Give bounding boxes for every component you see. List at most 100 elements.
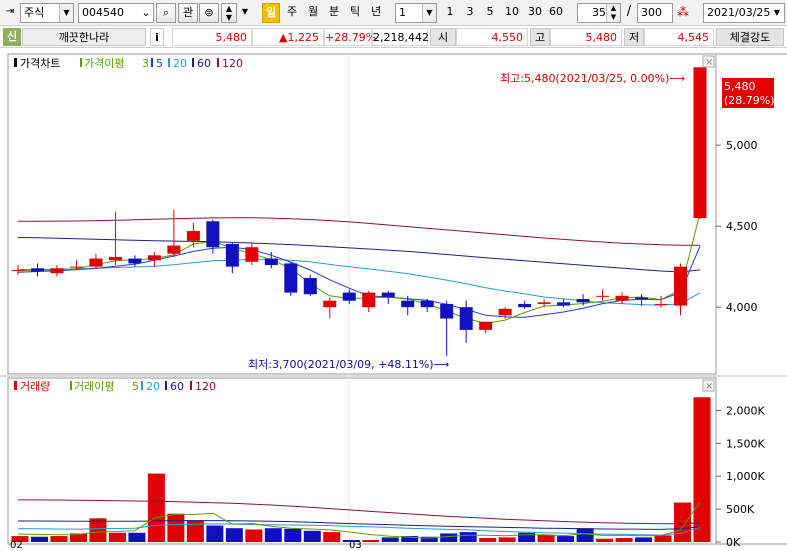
panel-toggle-icon[interactable]: ⇥ <box>2 3 18 23</box>
dropdown-arrow-icon[interactable]: ▼ <box>239 3 251 23</box>
total-count-input[interactable]: 300 <box>637 3 673 23</box>
legend-vma60[interactable]: 60 <box>170 380 184 393</box>
legend-vma20[interactable]: 20 <box>146 380 160 393</box>
interval-10[interactable]: 10 <box>501 3 523 23</box>
candle-body <box>206 221 220 248</box>
candle-body <box>264 258 278 266</box>
market-value: 주식 <box>24 6 45 19</box>
search-button[interactable]: ⌕ <box>156 3 176 23</box>
candle-body <box>401 300 415 308</box>
high-annotation: 최고:5,480(2021/03/25, 0.00%)⟶ <box>500 72 685 85</box>
y-tick-label: 5,000 <box>726 139 758 152</box>
period-month[interactable]: 월 <box>304 3 322 23</box>
legend-price-chart[interactable]: 가격차트 <box>20 57 60 70</box>
candle-body <box>128 258 142 264</box>
toolbar: ⇥ 주식 ▼ 004540 ⌄ ⌕ 관 ⊜ ▲ ▼ ▼ 일 주 월 분 틱 년 1… <box>0 0 787 26</box>
code-input[interactable]: 004540 ⌄ <box>78 3 154 23</box>
period-day[interactable]: 일 <box>262 3 280 23</box>
candle-body <box>284 263 298 293</box>
date-select[interactable]: 2021/03/25 ▼ <box>703 3 785 23</box>
volume-bar <box>206 525 224 542</box>
interval-30[interactable]: 30 <box>524 3 546 23</box>
candle-body <box>479 321 493 330</box>
legend-ma5[interactable]: 5 <box>156 57 163 70</box>
legend-volume[interactable]: 거래량 <box>20 380 50 393</box>
volume-bar <box>264 528 282 542</box>
updown-stepper[interactable]: ▲ ▼ <box>221 3 237 23</box>
period-year[interactable]: 년 <box>367 3 385 23</box>
volume-pane-close-button[interactable]: × <box>702 379 715 392</box>
low-annotation: 최저:3,700(2021/03/09, +48.11%)⟶ <box>248 358 450 371</box>
visible-count-stepper[interactable]: 35 ▲ ▼ <box>577 3 621 23</box>
gwan-button[interactable]: 관 <box>178 3 198 23</box>
legend-marker <box>151 58 153 67</box>
candle-body <box>615 295 629 301</box>
stock-info-bar: 신 깨끗한나라 i 5,480 ▲1,225 +28.79% 2,218,442… <box>0 26 787 48</box>
candle-body <box>89 258 103 267</box>
x-label-mar: 03 <box>349 540 362 548</box>
legend-ma60[interactable]: 60 <box>197 57 211 70</box>
legend-marker <box>70 381 72 390</box>
candle-body <box>557 302 571 306</box>
candle-body <box>225 243 239 267</box>
grid-settings-icon[interactable]: ⁂ <box>675 3 691 23</box>
chevron-down-icon: ▼ <box>59 4 73 22</box>
x-label-feb: 02 <box>10 540 23 548</box>
code-value: 004540 <box>82 6 124 19</box>
chart-svg[interactable]: 5,0004,5004,0002,000K1,500K1,000K500K0K … <box>0 48 787 551</box>
legend-volume-ma[interactable]: 거래이평 <box>74 380 114 393</box>
candle-body <box>108 256 122 261</box>
candle-body <box>245 247 259 262</box>
interval-select[interactable]: 1 ▼ <box>395 3 437 23</box>
stepper-icon: ▲ ▼ <box>225 4 233 22</box>
legend-vma5[interactable]: 5 <box>132 380 139 393</box>
link-button[interactable]: ⊜ <box>199 3 219 23</box>
candle-body <box>381 292 395 298</box>
volume-bar <box>459 532 477 542</box>
legend-marker <box>141 381 143 390</box>
legend-marker <box>80 58 82 67</box>
candle-body <box>147 255 161 261</box>
new-badge: 신 <box>3 28 21 46</box>
candle-body <box>50 268 64 274</box>
candle-body <box>674 266 688 306</box>
interval-5[interactable]: 5 <box>482 3 498 23</box>
legend-vma120[interactable]: 120 <box>195 380 216 393</box>
candle-body <box>440 303 454 319</box>
interval-1[interactable]: 1 <box>442 3 458 23</box>
candle-body <box>693 67 707 219</box>
legend-ma20[interactable]: 20 <box>173 57 187 70</box>
price-pane-frame <box>7 53 717 375</box>
volume-bar <box>518 532 536 542</box>
visible-count-value: 35 <box>592 6 606 19</box>
legend-marker <box>217 58 219 67</box>
legend-price-ma[interactable]: 가격이평 <box>84 57 124 70</box>
volume-bar <box>440 533 458 542</box>
volume-bar <box>30 536 48 542</box>
stepper-icon: ▲ ▼ <box>606 4 620 22</box>
price-change: ▲1,225 <box>252 28 324 46</box>
period-minute[interactable]: 분 <box>325 3 343 23</box>
stock-name[interactable]: 깨끗한나라 <box>22 28 146 46</box>
volume-tick-label: 0K <box>726 536 741 548</box>
interval-60[interactable]: 60 <box>545 3 567 23</box>
legend-ma3[interactable]: 3 <box>142 57 149 70</box>
price-pane-close-button[interactable]: × <box>702 55 715 68</box>
market-select[interactable]: 주식 ▼ <box>20 3 74 23</box>
candle-body <box>69 266 83 268</box>
interval-3[interactable]: 3 <box>462 3 478 23</box>
legend-ma120[interactable]: 120 <box>222 57 243 70</box>
period-tick[interactable]: 틱 <box>346 3 364 23</box>
candle-body <box>362 292 376 308</box>
candle-body <box>186 231 200 241</box>
candle-body <box>11 269 25 271</box>
candle-body <box>537 302 551 304</box>
info-button[interactable]: i <box>150 28 164 46</box>
low-price: 4,545 <box>644 28 714 46</box>
volume-tick-label: 2,000K <box>726 404 765 417</box>
volume-bar <box>381 537 399 542</box>
legend-marker <box>165 381 167 390</box>
period-week[interactable]: 주 <box>283 3 301 23</box>
volume-tick-label: 1,000K <box>726 470 765 483</box>
candle-body <box>635 297 649 300</box>
